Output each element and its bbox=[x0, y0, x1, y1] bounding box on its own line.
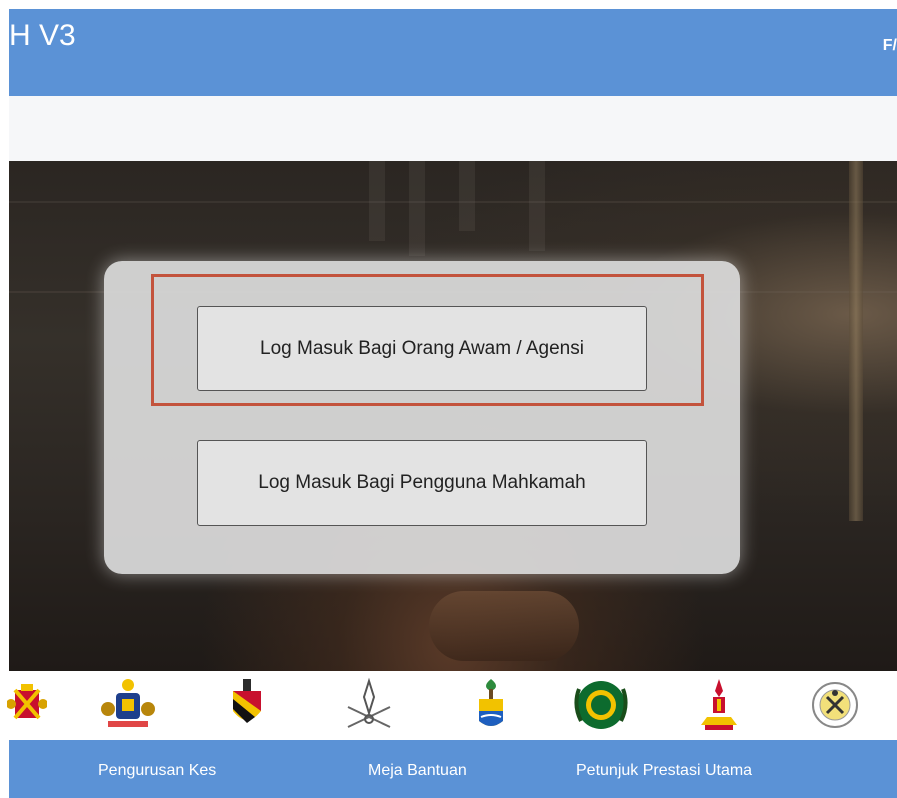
state-crest-icon-1[interactable] bbox=[0, 675, 57, 735]
sub-navigation-bar bbox=[9, 96, 897, 161]
app-title: H V3 bbox=[9, 19, 76, 52]
nav-meja-bantuan[interactable]: Meja Bantuan bbox=[368, 762, 467, 780]
login-public-agency-button[interactable]: Log Masuk Bagi Orang Awam / Agensi bbox=[197, 306, 647, 391]
gavel-shape bbox=[429, 591, 579, 661]
state-crest-icon-3[interactable] bbox=[217, 675, 277, 735]
header-right-link[interactable]: F/ bbox=[883, 37, 897, 55]
state-crest-icon-5[interactable] bbox=[461, 675, 521, 735]
book-shape bbox=[459, 161, 475, 231]
book-shape bbox=[529, 161, 545, 251]
shelf-line bbox=[9, 201, 897, 203]
top-header: H V3 F/ bbox=[9, 9, 897, 96]
login-court-user-button[interactable]: Log Masuk Bagi Pengguna Mahkamah bbox=[197, 440, 647, 526]
nav-pengurusan-kes[interactable]: Pengurusan Kes bbox=[98, 762, 216, 780]
state-crest-icon-4[interactable] bbox=[339, 675, 399, 735]
state-crest-icon-2[interactable] bbox=[98, 675, 158, 735]
state-crest-icon-8[interactable] bbox=[805, 675, 865, 735]
state-crest-icon-6[interactable] bbox=[571, 675, 631, 735]
nav-petunjuk-prestasi-utama[interactable]: Petunjuk Prestasi Utama bbox=[576, 762, 752, 780]
state-logos-row bbox=[7, 671, 897, 740]
justice-scale-shape bbox=[849, 161, 863, 521]
book-shape bbox=[409, 161, 425, 256]
state-crest-icon-7[interactable] bbox=[689, 675, 749, 735]
book-shape bbox=[369, 161, 385, 241]
footer-navigation: Pengurusan Kes Meja Bantuan Petunjuk Pre… bbox=[9, 740, 897, 798]
